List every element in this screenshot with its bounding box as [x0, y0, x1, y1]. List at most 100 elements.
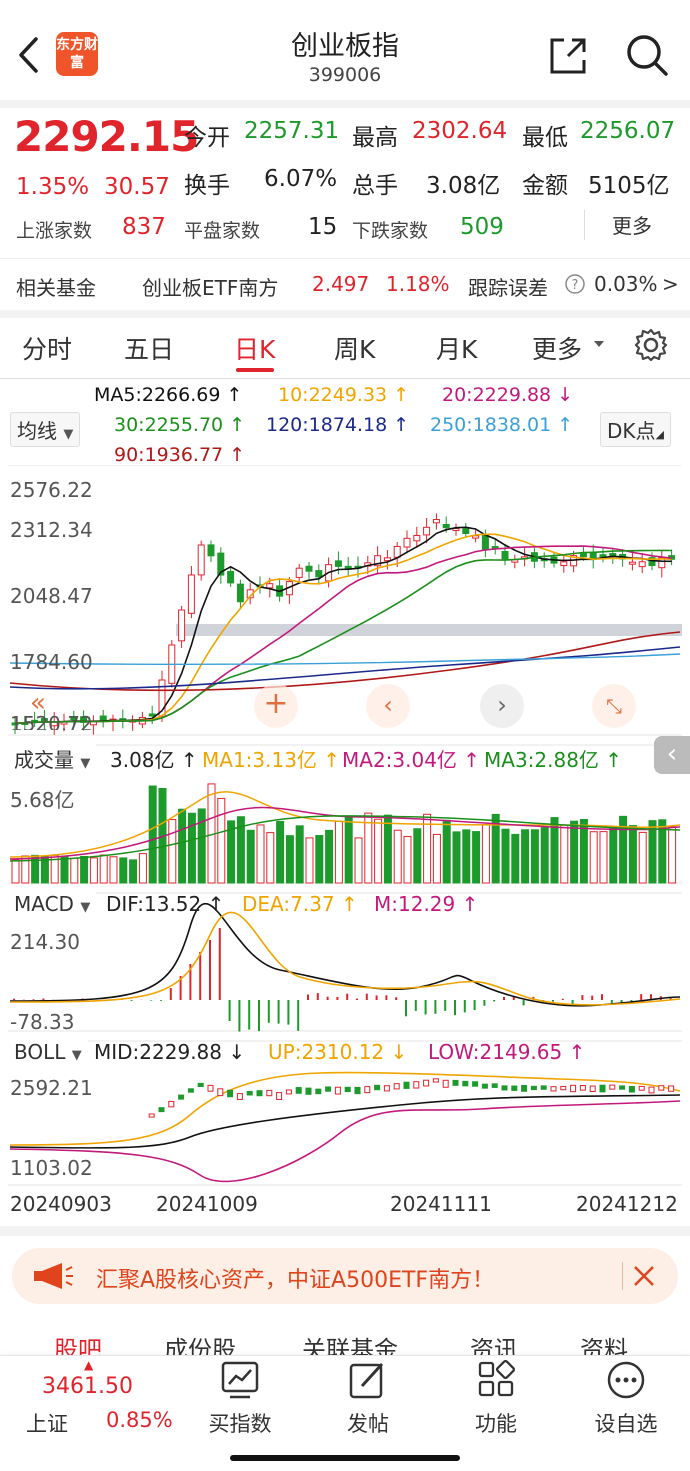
- date-label: 20241212: [576, 1192, 678, 1216]
- date-label: 20240903: [10, 1192, 112, 1216]
- boll-candle: [364, 1086, 371, 1094]
- boll-candle: [305, 1087, 312, 1095]
- zoom-in-icon[interactable]: +: [254, 684, 298, 728]
- boll-candle: [148, 1113, 155, 1118]
- boll-candle: [589, 1085, 596, 1093]
- post-button[interactable]: 发帖: [318, 1356, 418, 1446]
- boll-candle: [285, 1089, 292, 1095]
- ad-banner[interactable]: 汇聚A股核心资产，中证A500ETF南方！: [12, 1248, 678, 1304]
- corner-icon: ◢: [655, 428, 664, 441]
- settings-gear-icon[interactable]: [634, 328, 668, 362]
- boll-candle: [599, 1084, 606, 1093]
- boll-candle: [423, 1079, 430, 1087]
- high-value: 2302.64: [412, 118, 508, 144]
- tracking-error: 0.03%: [594, 272, 658, 296]
- separator: [622, 1262, 623, 1290]
- volume-bar: [442, 819, 451, 884]
- volume-value: 3.08亿: [426, 173, 501, 199]
- volume-bar: [521, 829, 530, 884]
- dropdown-icon: ▼: [63, 427, 74, 442]
- candle: [403, 537, 411, 548]
- subtab-guba[interactable]: 股吧: [54, 1330, 102, 1356]
- subtab-news[interactable]: 资讯: [470, 1330, 518, 1356]
- boll-candle: [178, 1094, 185, 1100]
- boll-candle: [609, 1084, 616, 1090]
- price-band: [176, 624, 682, 636]
- boll-candle: [511, 1085, 518, 1091]
- macd-dif-line: [9, 902, 681, 1007]
- volume-bar: [354, 837, 363, 884]
- tab-five-day[interactable]: 五日: [124, 330, 174, 366]
- boll-candle: [334, 1086, 341, 1095]
- functions-button[interactable]: 功能: [446, 1356, 546, 1446]
- volume-selector-label: 成交量: [14, 748, 74, 772]
- volume-bar: [89, 857, 98, 884]
- subtab-constituents[interactable]: 成份股: [164, 1330, 236, 1356]
- volume-bar: [383, 814, 392, 884]
- boll-candle: [236, 1093, 243, 1100]
- share-icon[interactable]: [548, 36, 588, 76]
- volume-bar: [60, 855, 69, 884]
- scroll-left-fast-icon[interactable]: «: [30, 688, 46, 718]
- help-icon[interactable]: ?: [564, 273, 586, 295]
- down-count-label: 下跌家数: [352, 220, 429, 242]
- scroll-left-icon[interactable]: ‹: [366, 684, 410, 728]
- volume-bar: [315, 835, 324, 884]
- volume-bar: [285, 835, 294, 884]
- sh-index-name[interactable]: 上证: [26, 1408, 68, 1438]
- buy-index-button[interactable]: 买指数: [190, 1356, 290, 1446]
- search-icon[interactable]: [624, 32, 670, 78]
- candle: [295, 567, 303, 578]
- ma10-legend: 10:2249.33 ↑: [278, 384, 410, 406]
- volume-selector[interactable]: 成交量 ▼: [8, 742, 97, 775]
- candle: [334, 560, 342, 567]
- close-icon[interactable]: [632, 1264, 656, 1288]
- candle: [197, 544, 205, 576]
- scroll-right-icon[interactable]: ›: [480, 684, 524, 728]
- sh-index-change[interactable]: 0.85%: [106, 1408, 173, 1432]
- tab-weekly-k[interactable]: 周K: [334, 330, 375, 366]
- dk-point-button[interactable]: DK点◢: [600, 412, 671, 447]
- price-axis-label: 2048.47: [10, 584, 93, 608]
- macd-selector[interactable]: MACD ▼: [8, 890, 97, 918]
- volume-bar: [364, 812, 373, 884]
- boll-candle: [570, 1084, 577, 1093]
- volume-bar: [413, 828, 422, 884]
- boll-candle: [276, 1092, 283, 1100]
- separator: [584, 210, 585, 240]
- tab-daily-k[interactable]: 日K: [234, 330, 275, 366]
- ma90-line: [9, 631, 681, 692]
- subtab-profile[interactable]: 资料: [580, 1330, 628, 1356]
- volume-bar: [609, 826, 618, 884]
- volume-bar: [628, 825, 637, 884]
- sh-index-value[interactable]: 3461.50: [42, 1374, 133, 1399]
- more-quote-button[interactable]: 更多: [612, 210, 652, 239]
- boll-candle: [462, 1080, 469, 1087]
- boll-candle: [638, 1085, 645, 1091]
- kline-chart[interactable]: [0, 465, 690, 1225]
- tab-intraday[interactable]: 分时: [22, 330, 72, 366]
- volume-bar: [256, 824, 265, 884]
- boll-candle: [383, 1085, 390, 1092]
- boll-candle: [187, 1088, 194, 1093]
- add-watchlist-button[interactable]: 设自选: [576, 1356, 676, 1446]
- candle: [227, 570, 235, 584]
- volume-bar: [129, 859, 138, 884]
- fund-name[interactable]: 创业板ETF南方: [142, 272, 278, 301]
- ma-selector[interactable]: 均线 ▼: [10, 412, 81, 447]
- tab-monthly-k[interactable]: 月K: [436, 330, 477, 366]
- candle: [609, 553, 617, 557]
- last-price: 2292.15: [14, 112, 199, 161]
- boll-selector[interactable]: BOLL ▼: [8, 1038, 88, 1066]
- boll-candle: [530, 1085, 537, 1091]
- candle: [266, 583, 274, 589]
- collapse-panel-icon[interactable]: ‹: [654, 736, 690, 774]
- fullscreen-icon[interactable]: ⤡: [592, 684, 636, 728]
- tab-more[interactable]: 更多: [532, 330, 582, 366]
- boll-selector-label: BOLL: [14, 1040, 66, 1064]
- boll-candle: [648, 1086, 655, 1094]
- subtab-related-funds[interactable]: 关联基金: [302, 1330, 398, 1356]
- open-label: 今开: [184, 125, 230, 151]
- volume-bar: [344, 815, 353, 884]
- fund-arrow-icon[interactable]: >: [662, 272, 679, 296]
